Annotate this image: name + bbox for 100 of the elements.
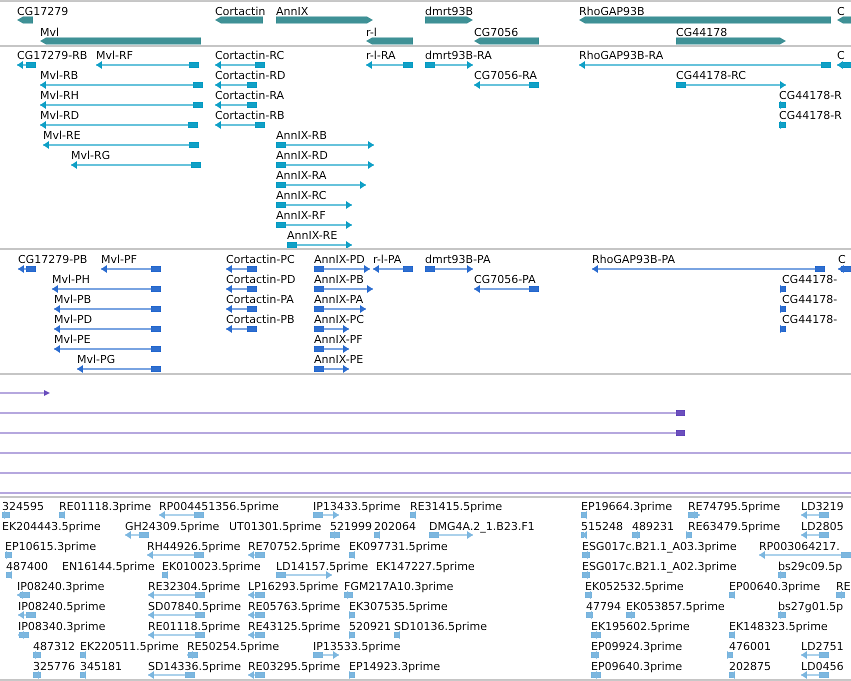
feature-label[interactable]: Cortactin-PC bbox=[226, 253, 295, 266]
feature-label[interactable]: CG44178-R bbox=[779, 109, 842, 122]
feature-label[interactable]: Mvl-RD bbox=[40, 109, 80, 122]
feature-label[interactable]: RhoGAP93B-PA bbox=[592, 253, 675, 266]
feature-label[interactable]: Mvl-PH bbox=[52, 273, 90, 286]
feature-label[interactable]: CG44178-R bbox=[779, 89, 842, 102]
feature-label[interactable]: RE50254.5prime bbox=[187, 640, 280, 653]
feature-label[interactable]: CG44178 bbox=[676, 26, 728, 39]
feature-label[interactable]: 521999 bbox=[330, 520, 372, 533]
feature-label[interactable]: C bbox=[838, 253, 846, 266]
feature-label[interactable]: 325776 bbox=[33, 660, 75, 673]
feature-label[interactable]: EK097731.5prime bbox=[349, 540, 448, 553]
feature-label[interactable]: IP08340.3prime bbox=[18, 620, 106, 633]
feature-label[interactable]: AnnIX-RA bbox=[276, 169, 326, 182]
feature-label[interactable]: CG7056-PA bbox=[474, 273, 536, 286]
feature-label[interactable]: EP14923.3prime bbox=[349, 660, 440, 673]
feature-label[interactable]: dmrt93B-RA bbox=[425, 49, 492, 62]
feature-label[interactable]: AnnIX-RC bbox=[276, 189, 326, 202]
feature-label[interactable]: AnnIX-PB bbox=[314, 273, 364, 286]
feature-label[interactable]: RE31415.5prime bbox=[410, 500, 502, 513]
feature-label[interactable]: EK052532.5prime bbox=[585, 580, 684, 593]
feature-label[interactable]: Cortactin-RB bbox=[215, 109, 285, 122]
feature-label[interactable]: RE70752.5prime bbox=[248, 540, 340, 553]
feature-label[interactable]: CG7056-RA bbox=[474, 69, 537, 82]
feature-label[interactable]: 47794 bbox=[586, 600, 621, 613]
feature-label[interactable]: IP08240.3prime bbox=[17, 580, 104, 593]
feature-label[interactable]: RE01118.3prime bbox=[59, 500, 152, 513]
feature-label[interactable]: RE32304.5prime bbox=[148, 580, 240, 593]
feature-label[interactable]: dmrt93B-PA bbox=[425, 253, 491, 266]
feature-label[interactable]: EK147227.5prime bbox=[376, 560, 475, 573]
feature-label[interactable]: EP09924.3prime bbox=[591, 640, 682, 653]
feature-label[interactable]: Mvl-RF bbox=[96, 49, 133, 62]
feature-label[interactable]: Mvl-PF bbox=[101, 253, 137, 266]
feature-label[interactable]: AnnIX-RB bbox=[276, 129, 327, 142]
feature-label[interactable]: EK148323.5prime bbox=[729, 620, 828, 633]
feature-label[interactable]: RE63479.5prime bbox=[688, 520, 780, 533]
feature-label[interactable]: RhoGAP93B bbox=[579, 5, 645, 18]
feature-label[interactable]: EK053857.5prime bbox=[626, 600, 725, 613]
feature-label[interactable]: Cortactin-PB bbox=[226, 313, 295, 326]
feature-label[interactable]: 476001 bbox=[729, 640, 771, 653]
feature-label[interactable]: r-l-PA bbox=[373, 253, 402, 266]
feature-label[interactable]: CG44178- bbox=[782, 313, 838, 326]
feature-label[interactable]: RP003064217. bbox=[759, 540, 840, 553]
feature-label[interactable]: AnnIX-RF bbox=[276, 209, 326, 222]
feature-label[interactable]: CG17279-RB bbox=[17, 49, 88, 62]
feature-label[interactable]: 487400 bbox=[6, 560, 48, 573]
feature-label[interactable]: LD3219 bbox=[801, 500, 844, 513]
feature-label[interactable]: Mvl-RG bbox=[71, 149, 110, 162]
feature-label[interactable]: RE bbox=[836, 580, 851, 593]
feature-label[interactable]: AnnIX-PE bbox=[314, 353, 364, 366]
feature-label[interactable]: r-l bbox=[366, 26, 377, 39]
feature-label[interactable]: LD2751 bbox=[801, 640, 844, 653]
feature-label[interactable]: EK220511.5prime bbox=[80, 640, 179, 653]
feature-label[interactable]: Cortactin bbox=[215, 5, 266, 18]
feature-label[interactable]: C bbox=[837, 49, 845, 62]
feature-label[interactable]: Mvl-PG bbox=[77, 353, 116, 366]
feature-label[interactable]: UT01301.5prime bbox=[229, 520, 322, 533]
feature-label[interactable]: 324595 bbox=[2, 500, 44, 513]
feature-label[interactable]: 515248 bbox=[581, 520, 623, 533]
feature-label[interactable]: Cortactin-RC bbox=[215, 49, 284, 62]
feature-label[interactable]: IP13433.5prime bbox=[313, 500, 400, 513]
feature-label[interactable]: Mvl-RB bbox=[40, 69, 78, 82]
feature-label[interactable]: CG44178-RC bbox=[676, 69, 746, 82]
feature-label[interactable]: 520921 bbox=[349, 620, 391, 633]
feature-label[interactable]: Mvl-RE bbox=[43, 129, 81, 142]
feature-label[interactable]: EK204443.5prime bbox=[2, 520, 101, 533]
feature-label[interactable]: bs27g01.5p bbox=[778, 600, 844, 613]
feature-label[interactable]: Mvl-RH bbox=[40, 89, 79, 102]
feature-label[interactable]: Mvl-PB bbox=[54, 293, 92, 306]
feature-label[interactable]: Cortactin-RA bbox=[215, 89, 284, 102]
feature-label[interactable]: RP004451356.5prime bbox=[159, 500, 279, 513]
feature-label[interactable]: RE03295.5prime bbox=[248, 660, 340, 673]
feature-label[interactable]: SD14336.5prime bbox=[148, 660, 241, 673]
feature-label[interactable]: CG44178- bbox=[782, 273, 838, 286]
feature-label[interactable]: Mvl-PE bbox=[54, 333, 91, 346]
feature-label[interactable]: AnnIX-PD bbox=[314, 253, 365, 266]
feature-label[interactable]: EK307535.5prime bbox=[349, 600, 448, 613]
feature-label[interactable]: r-l-RA bbox=[366, 49, 396, 62]
feature-label[interactable]: LD14157.5prime bbox=[276, 560, 368, 573]
feature-label[interactable]: IP08240.5prime bbox=[18, 600, 106, 613]
feature-label[interactable]: RE74795.5prime bbox=[688, 500, 780, 513]
feature-label[interactable]: ESG017c.B21.1_A03.3prime bbox=[582, 540, 737, 553]
feature-label[interactable]: AnnIX-PC bbox=[314, 313, 364, 326]
feature-label[interactable]: SD10136.5prime bbox=[394, 620, 487, 633]
feature-label[interactable]: CG7056 bbox=[474, 26, 518, 39]
feature-label[interactable]: AnnIX-RE bbox=[287, 229, 338, 242]
feature-label[interactable]: RE01118.5prime bbox=[148, 620, 240, 633]
feature-label[interactable]: Cortactin-RD bbox=[215, 69, 286, 82]
feature-label[interactable]: FGM217A10.3prime bbox=[344, 580, 454, 593]
feature-label[interactable]: EK010023.5prime bbox=[162, 560, 261, 573]
feature-label[interactable]: SD07840.5prime bbox=[148, 600, 241, 613]
feature-label[interactable]: AnnIX bbox=[276, 5, 308, 18]
feature-label[interactable]: CG17279-PB bbox=[18, 253, 88, 266]
feature-label[interactable]: CG44178- bbox=[782, 293, 838, 306]
feature-label[interactable]: AnnIX-RD bbox=[276, 149, 328, 162]
feature-label[interactable]: AnnIX-PA bbox=[314, 293, 364, 306]
feature-label[interactable]: 202875 bbox=[729, 660, 771, 673]
feature-label[interactable]: RE05763.5prime bbox=[248, 600, 340, 613]
feature-label[interactable]: EP10615.3prime bbox=[5, 540, 96, 553]
feature-label[interactable]: LD2805 bbox=[801, 520, 844, 533]
